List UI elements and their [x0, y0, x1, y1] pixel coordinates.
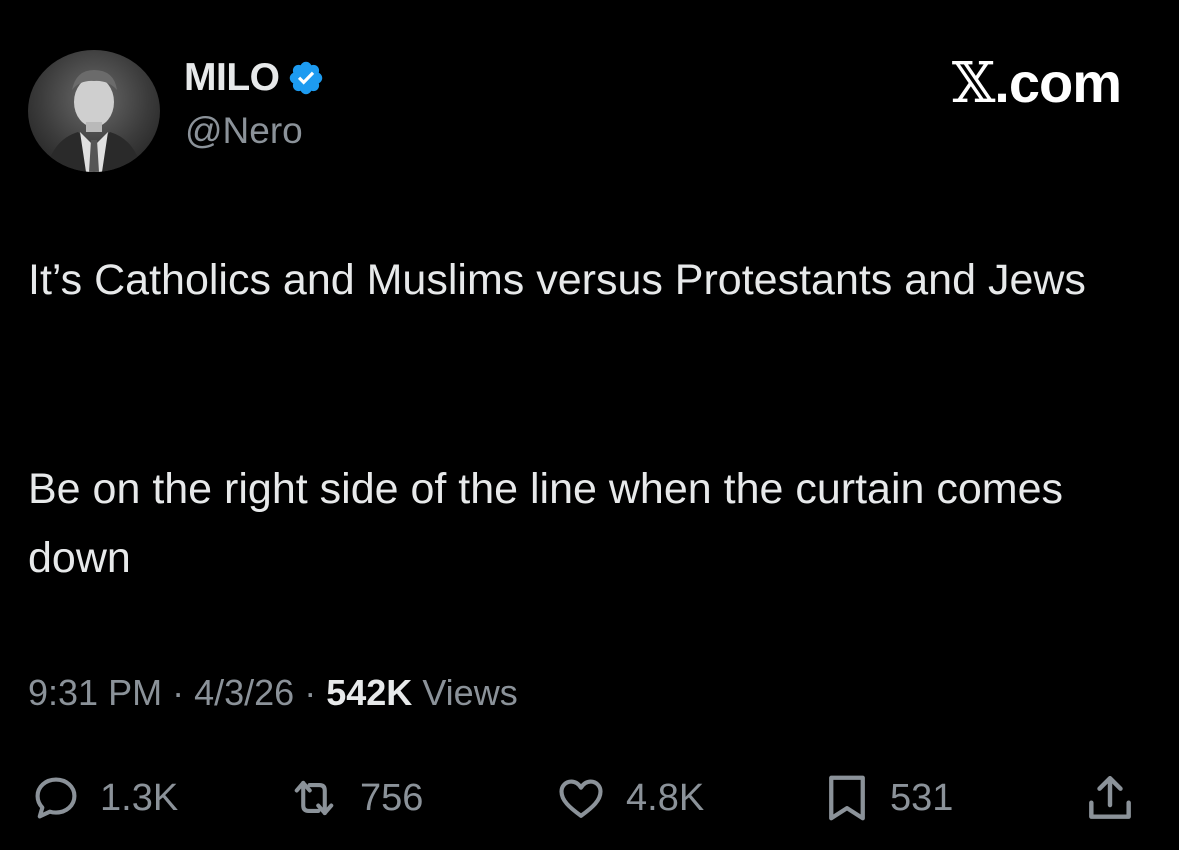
meta-separator: ·	[172, 672, 185, 713]
avatar[interactable]	[28, 50, 160, 172]
like-count: 4.8K	[626, 776, 705, 819]
tweet-text-paragraph-2: Be on the right side of the line when th…	[28, 465, 1064, 582]
x-logo-domain: .com	[994, 51, 1122, 114]
display-name[interactable]: MILO	[184, 56, 280, 100]
heart-icon	[559, 779, 603, 818]
verified-badge-icon	[287, 59, 325, 97]
x-logo-mark: 𝕏	[951, 51, 995, 116]
reply-icon	[35, 777, 77, 819]
bookmark-count: 531	[890, 776, 954, 819]
tweet-date[interactable]: 4/3/26	[194, 672, 294, 713]
reply-count: 1.3K	[100, 776, 179, 819]
display-name-row: MILO	[184, 56, 325, 100]
views-count: 542K	[326, 672, 413, 713]
repost-icon	[294, 780, 334, 816]
action-bar: 1.3K 756 4.8K 531	[0, 768, 1179, 828]
avatar-portrait	[46, 70, 142, 172]
meta-separator: ·	[304, 672, 317, 713]
share-button[interactable]	[1082, 768, 1138, 828]
share-icon	[1089, 775, 1131, 819]
reply-button[interactable]: 1.3K	[30, 768, 178, 828]
like-button[interactable]: 4.8K	[554, 768, 704, 828]
handle[interactable]: @Nero	[185, 110, 303, 152]
bookmark-icon	[829, 775, 865, 821]
x-com-logo: 𝕏.com	[951, 50, 1122, 116]
tweet-time[interactable]: 9:31 PM	[28, 672, 162, 713]
tweet-meta: 9:31 PM · 4/3/26 · 542K Views	[28, 672, 518, 714]
tweet-text-paragraph-1: It’s Catholics and Muslims versus Protes…	[28, 256, 1086, 304]
repost-button[interactable]: 756	[286, 768, 423, 828]
bookmark-button[interactable]: 531	[822, 768, 953, 828]
tweet-card: MILO @Nero 𝕏.com It’s Catholics and Musl…	[0, 0, 1179, 850]
views-label: Views	[422, 672, 518, 713]
repost-count: 756	[360, 776, 424, 819]
